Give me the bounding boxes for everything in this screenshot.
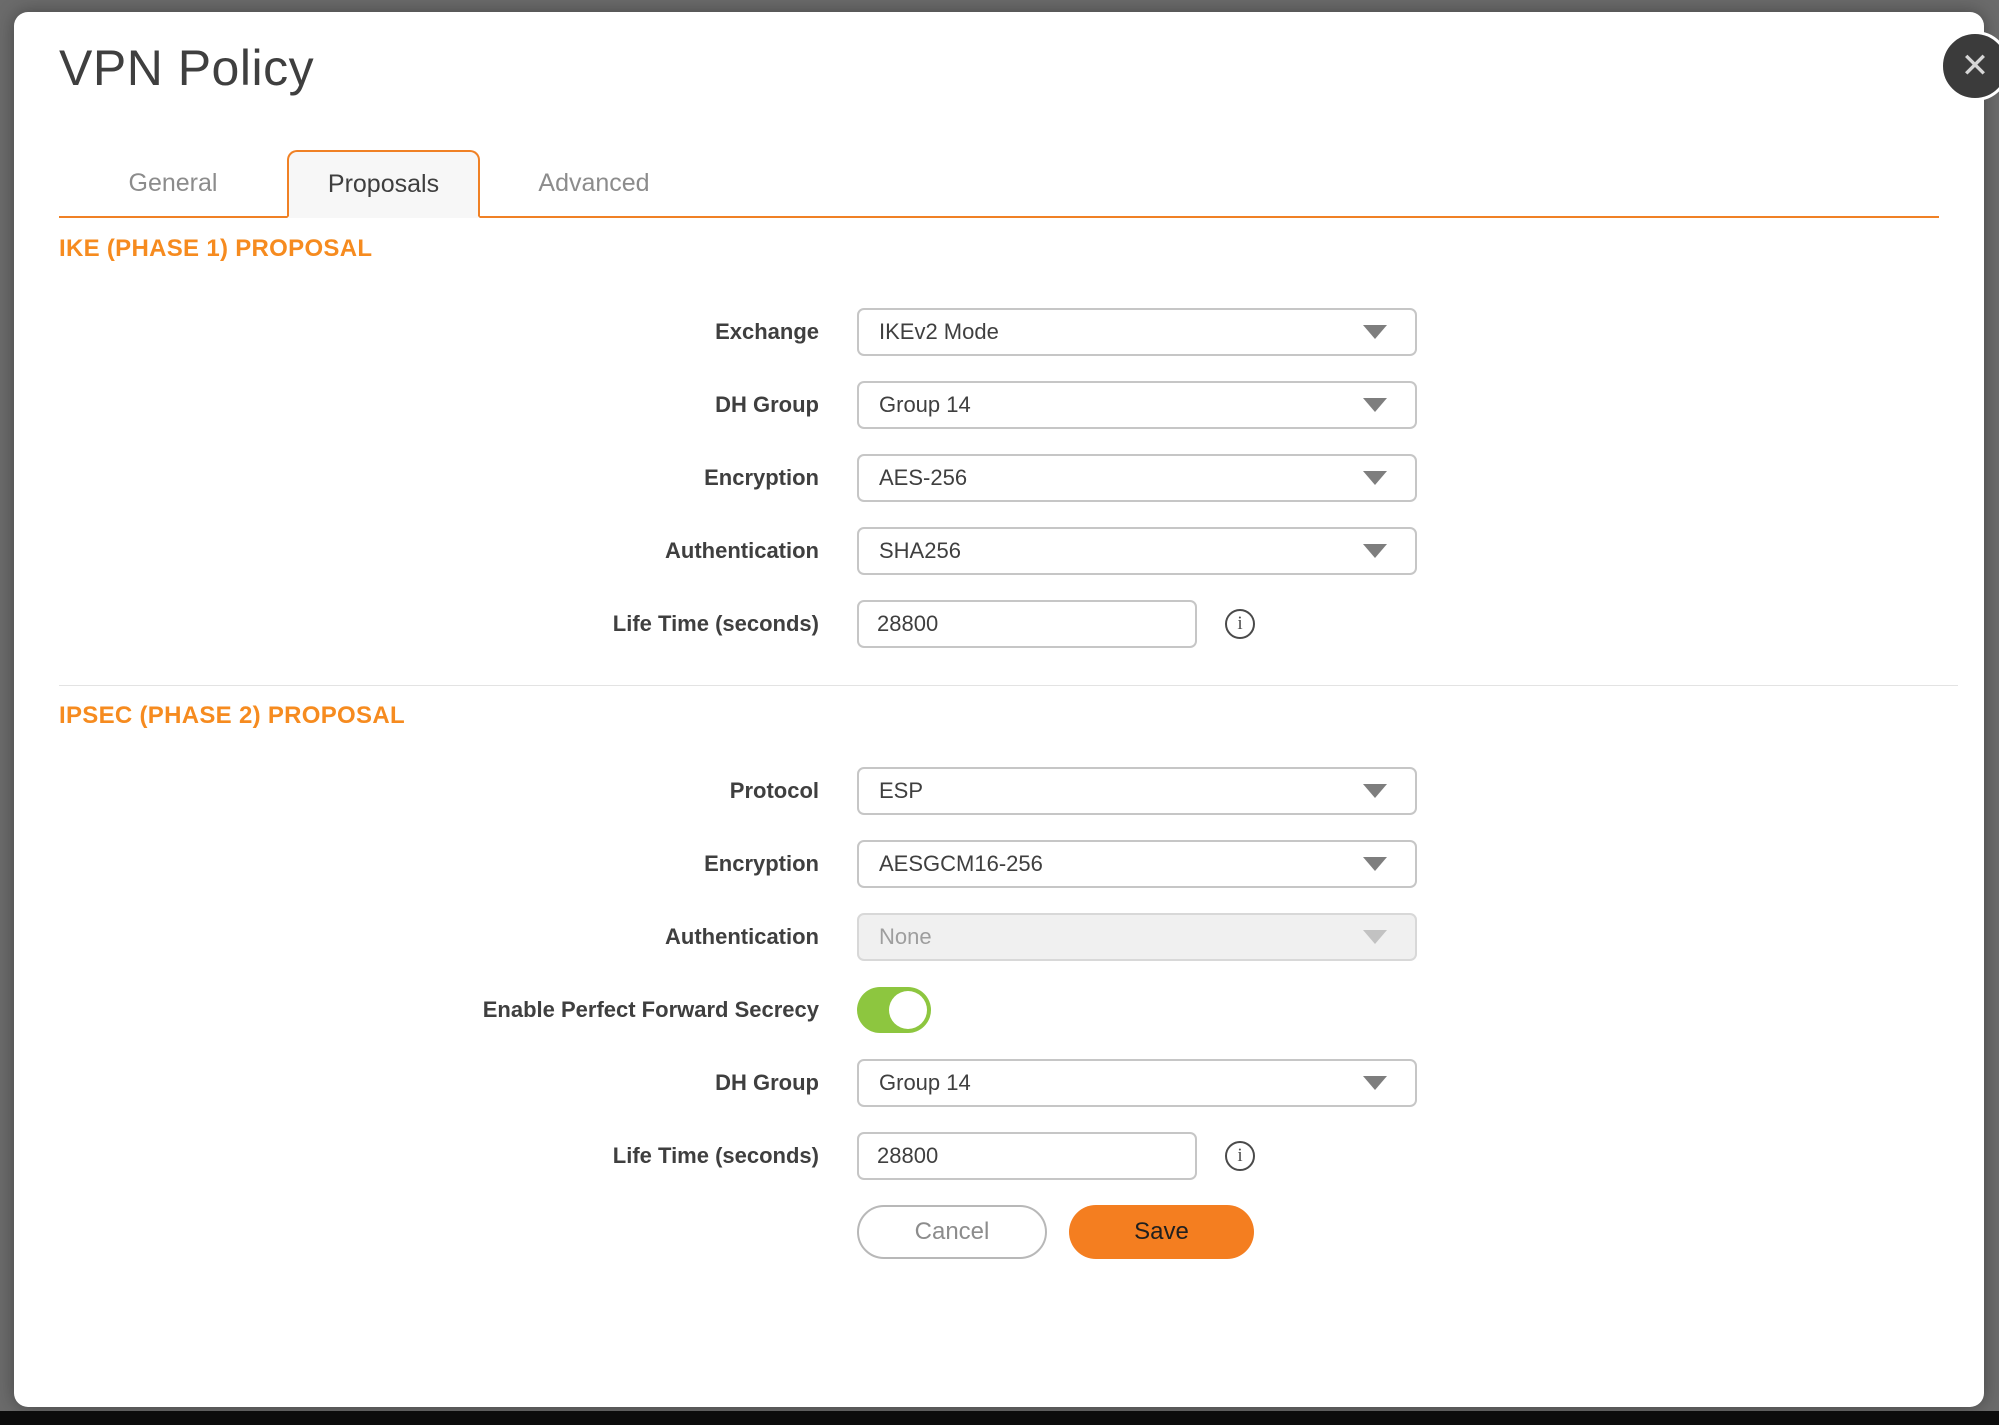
- chevron-down-icon: [1363, 325, 1387, 339]
- form-row-authentication-phase2: Authentication None: [59, 913, 1939, 961]
- protocol-select-value: ESP: [879, 778, 1363, 804]
- dh-group-phase2-select-value: Group 14: [879, 1070, 1363, 1096]
- form-row-lifetime-phase2: Life Time (seconds) i: [59, 1132, 1939, 1180]
- dh-group-select-value: Group 14: [879, 392, 1363, 418]
- authentication-select[interactable]: SHA256: [857, 527, 1417, 575]
- section-heading-ike-phase1: IKE (PHASE 1) PROPOSAL: [59, 235, 1939, 263]
- ike-phase1-form: Exchange IKEv2 Mode DH Group Group 14 En…: [59, 308, 1939, 648]
- dialog-footer: Cancel Save: [857, 1205, 1939, 1259]
- chevron-down-icon: [1363, 930, 1387, 944]
- info-icon[interactable]: i: [1225, 609, 1255, 639]
- pfs-toggle[interactable]: [857, 987, 931, 1033]
- lifetime-input[interactable]: [857, 600, 1197, 648]
- chevron-down-icon: [1363, 784, 1387, 798]
- authentication-phase2-select-value: None: [879, 924, 1363, 950]
- form-row-encryption: Encryption AES-256: [59, 454, 1939, 502]
- cancel-button[interactable]: Cancel: [857, 1205, 1047, 1259]
- info-icon-glyph: i: [1237, 1145, 1242, 1167]
- encryption-label: Encryption: [59, 465, 819, 491]
- dh-group-phase2-select[interactable]: Group 14: [857, 1059, 1417, 1107]
- close-icon: ✕: [1961, 49, 1990, 83]
- exchange-label: Exchange: [59, 319, 819, 345]
- tab-proposals[interactable]: Proposals: [287, 150, 480, 218]
- backdrop-bottom-strip: [0, 1411, 1999, 1425]
- exchange-select[interactable]: IKEv2 Mode: [857, 308, 1417, 356]
- encryption-phase2-label: Encryption: [59, 851, 819, 877]
- form-row-protocol: Protocol ESP: [59, 767, 1939, 815]
- info-icon[interactable]: i: [1225, 1141, 1255, 1171]
- form-row-dh-group: DH Group Group 14: [59, 381, 1939, 429]
- info-icon-glyph: i: [1237, 613, 1242, 635]
- protocol-label: Protocol: [59, 778, 819, 804]
- toggle-knob: [889, 991, 927, 1029]
- lifetime-phase2-label: Life Time (seconds): [59, 1143, 819, 1169]
- ipsec-phase2-form: Protocol ESP Encryption AESGCM16-256 Aut…: [59, 767, 1939, 1180]
- page-title: VPN Policy: [59, 38, 1939, 98]
- authentication-phase2-select: None: [857, 913, 1417, 961]
- authentication-select-value: SHA256: [879, 538, 1363, 564]
- lifetime-label: Life Time (seconds): [59, 611, 819, 637]
- tab-advanced[interactable]: Advanced: [480, 150, 708, 216]
- dh-group-select[interactable]: Group 14: [857, 381, 1417, 429]
- form-row-exchange: Exchange IKEv2 Mode: [59, 308, 1939, 356]
- section-divider: [59, 685, 1958, 686]
- tab-strip: General Proposals Advanced: [59, 150, 1939, 218]
- vpn-policy-dialog: VPN Policy General Proposals Advanced IK…: [14, 12, 1984, 1407]
- dh-group-label: DH Group: [59, 392, 819, 418]
- tab-proposals-label: Proposals: [328, 170, 439, 199]
- chevron-down-icon: [1363, 471, 1387, 485]
- form-row-lifetime: Life Time (seconds) i: [59, 600, 1939, 648]
- lifetime-phase2-input[interactable]: [857, 1132, 1197, 1180]
- encryption-select-value: AES-256: [879, 465, 1363, 491]
- form-row-encryption-phase2: Encryption AESGCM16-256: [59, 840, 1939, 888]
- dh-group-phase2-label: DH Group: [59, 1070, 819, 1096]
- tab-general[interactable]: General: [59, 150, 287, 216]
- chevron-down-icon: [1363, 398, 1387, 412]
- chevron-down-icon: [1363, 857, 1387, 871]
- pfs-label: Enable Perfect Forward Secrecy: [59, 997, 819, 1023]
- protocol-select[interactable]: ESP: [857, 767, 1417, 815]
- exchange-select-value: IKEv2 Mode: [879, 319, 1363, 345]
- encryption-select[interactable]: AES-256: [857, 454, 1417, 502]
- form-row-pfs-toggle: Enable Perfect Forward Secrecy: [59, 986, 1939, 1034]
- tab-general-label: General: [129, 169, 218, 198]
- section-heading-ipsec-phase2: IPSEC (PHASE 2) PROPOSAL: [59, 702, 1939, 730]
- save-button[interactable]: Save: [1069, 1205, 1254, 1259]
- authentication-label: Authentication: [59, 538, 819, 564]
- chevron-down-icon: [1363, 544, 1387, 558]
- encryption-phase2-select[interactable]: AESGCM16-256: [857, 840, 1417, 888]
- authentication-phase2-label: Authentication: [59, 924, 819, 950]
- form-row-dh-group-phase2: DH Group Group 14: [59, 1059, 1939, 1107]
- form-row-authentication: Authentication SHA256: [59, 527, 1939, 575]
- encryption-phase2-select-value: AESGCM16-256: [879, 851, 1363, 877]
- chevron-down-icon: [1363, 1076, 1387, 1090]
- tab-advanced-label: Advanced: [538, 169, 649, 198]
